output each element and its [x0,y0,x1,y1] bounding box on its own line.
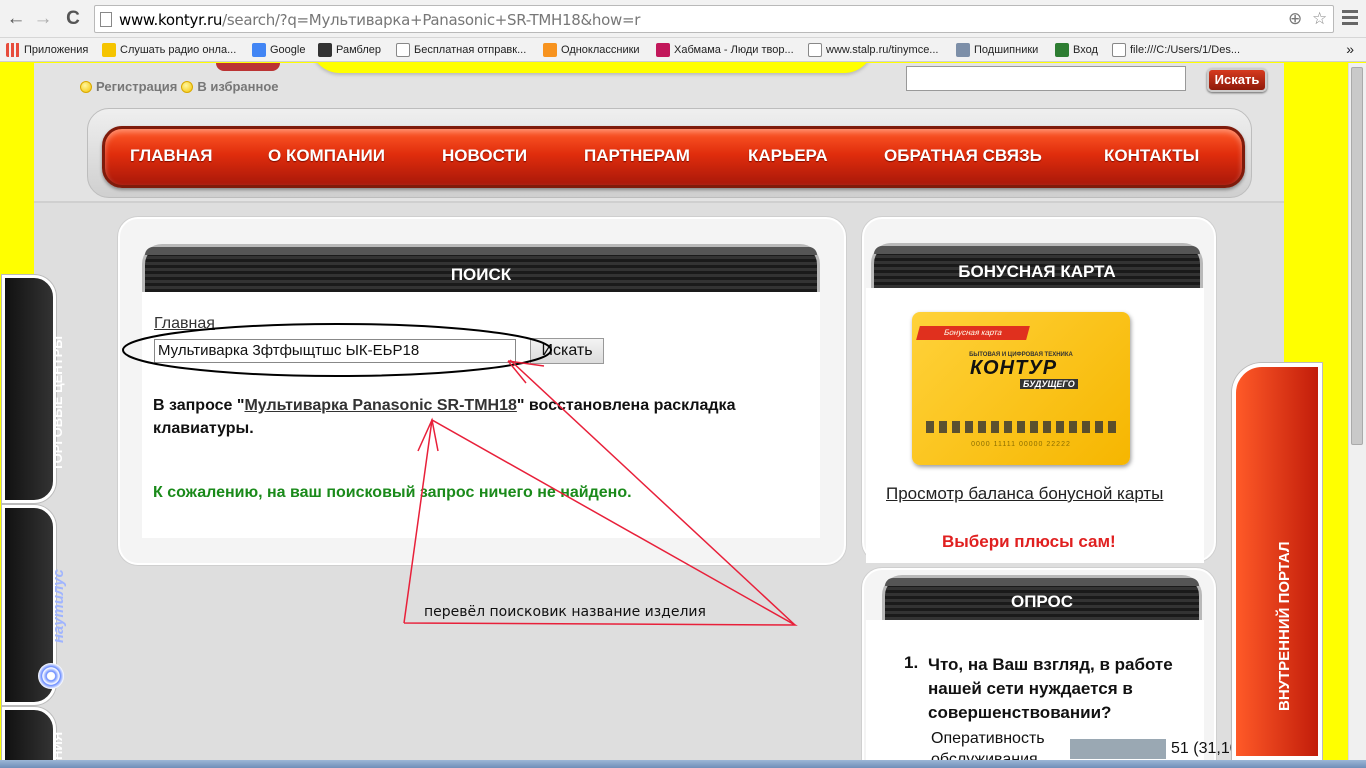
tab-third-label: НИЯ [50,731,65,760]
bookmark-habmama[interactable]: Хабмама - Люди твор... [656,43,794,57]
back-icon[interactable]: ← [5,8,27,30]
poll-result-count: 51 (31,10 [1171,740,1239,757]
no-results-message: К сожалению, на ваш поисковый запрос нич… [153,484,632,501]
layout-restored-message: В запросе "Мультиварка Panasonic SR-TMH1… [153,394,813,440]
header-search-button[interactable]: Искать [1207,68,1267,92]
menu-item-home[interactable]: ГЛАВНАЯ [130,146,212,166]
card-brand-secondary: БУДУЩЕГО [1020,379,1078,389]
google-icon [252,43,266,57]
bookmark-stalp[interactable]: www.stalp.ru/tinymce... [808,43,938,57]
bookmark-apps[interactable]: Приложения [6,43,88,57]
menu-item-feedback[interactable]: ОБРАТНАЯ СВЯЗЬ [884,146,1042,166]
card-ribbon: Бонусная карта [916,326,1030,340]
search-query-input[interactable]: Мультиварка 3фтфыщтшс ЫК-ЕЬР18 [154,339,516,363]
bonus-slogan: Выбери плюсы сам! [942,532,1116,551]
search-submit-button[interactable]: Искать [530,338,604,364]
tab-third[interactable] [2,707,56,760]
menu-item-career[interactable]: КАРЬЕРА [748,146,828,166]
habmama-icon [656,43,670,57]
page-icon [100,12,112,27]
folder-icon [102,43,116,57]
poll-panel-title: ОПРОС [1010,592,1074,611]
menu-item-partners[interactable]: ПАРТНЕРАМ [584,146,690,166]
layout-prefix: В запросе " [153,397,245,414]
tab-shopping-centers-label: ТОРГОВЫЕ ЦЕНТРЫ [50,335,65,471]
bookmarks-more-icon[interactable]: » [1346,41,1354,57]
page-icon [1112,43,1126,57]
card-brand: КОНТУР [970,357,1058,379]
browser-toolbar: ← → C www.kontyr.ru/search/?q=Мультиварк… [0,0,1366,38]
reload-icon[interactable]: C [62,8,84,30]
poll-option-label-continued: обслуживания [931,751,1038,760]
home-icon [318,43,332,57]
browser-menu-icon[interactable] [1342,10,1358,28]
bookmark-radio[interactable]: Слушать радио онла... [102,43,236,57]
url-text: www.kontyr.ru/search/?q=Мультиварка+Pana… [119,11,640,29]
bonus-balance-link[interactable]: Просмотр баланса бонусной карты [886,484,1163,504]
nautilus-logo-icon [38,663,64,689]
odnoklassniki-icon [543,43,557,57]
poll-question: Что, на Ваш взгляд, в работе нашей сети … [928,655,1173,722]
page-icon [808,43,822,57]
address-bar[interactable]: www.kontyr.ru/search/?q=Мультиварка+Pana… [94,5,1334,33]
menu-item-about[interactable]: О КОМПАНИИ [268,146,385,166]
poll-question-number: 1. [904,653,919,672]
header-red-tab [216,63,280,71]
header-yellow-banner [310,63,874,73]
tab-nautilus-label: наутилус [50,569,67,643]
register-link[interactable]: Регистрация [96,79,177,94]
search-panel-header: ПОИСК [142,244,820,292]
bullet-icon [181,80,194,93]
tab-shopping-centers[interactable] [2,275,56,503]
bearings-icon [956,43,970,57]
bookmark-odnoklassniki[interactable]: Одноклассники [543,43,640,57]
poll-option-label[interactable]: Оперативность [931,730,1045,748]
card-number: 0000 11111 00000 22222 [971,441,1071,448]
os-taskbar [0,760,1366,768]
forward-icon[interactable]: → [32,8,54,30]
bullet-icon [80,80,92,93]
page-scrollbar-thumb[interactable] [1351,67,1363,445]
bonus-card-image[interactable]: Бонусная карта БЫТОВАЯ И ЦИФРОВАЯ ТЕХНИК… [912,312,1130,465]
bonus-panel-title: БОНУСНАЯ КАРТА [958,262,1116,281]
bookmark-rambler[interactable]: Рамблер [318,43,381,57]
url-host: www.kontyr.ru [119,11,223,29]
menu-item-contacts[interactable]: КОНТАКТЫ [1104,146,1199,166]
bookmark-free-send[interactable]: Бесплатная отправк... [396,43,526,57]
breadcrumb-home[interactable]: Главная [154,315,215,333]
user-links: Регистрация В избранное [80,79,279,94]
bookmarks-bar: Приложения Слушать радио онла... Google … [0,38,1366,62]
page-icon [396,43,410,57]
favorites-link[interactable]: В избранное [197,79,278,94]
bookmark-login[interactable]: Вход [1055,43,1098,57]
web-page: Регистрация В избранное Искать ГЛАВНАЯ О… [0,63,1366,760]
tab-internal-portal-label: ВНУТРЕННИЙ ПОРТАЛ [1276,541,1293,711]
header-search-input[interactable] [906,66,1186,91]
login-icon [1055,43,1069,57]
bookmark-star-icon[interactable]: ☆ [1312,9,1327,29]
bookmark-file[interactable]: file:///C:/Users/1/Des... [1112,43,1240,57]
url-path: /search/?q=Мультиварка+Panasonic+SR-TMH1… [222,11,641,29]
apps-icon [6,43,20,57]
corrected-query-link[interactable]: Мультиварка Panasonic SR-TMH18 [244,397,516,414]
poll-result-bar [1070,739,1166,759]
poll-panel-header: ОПРОС [882,575,1202,620]
annotation-note: перевёл поисковик название изделия [424,604,706,620]
bonus-panel-header: БОНУСНАЯ КАРТА [871,243,1203,288]
menu-item-news[interactable]: НОВОСТИ [442,146,527,166]
card-appliance-icons [926,421,1116,433]
zoom-icon[interactable]: ⊕ [1288,9,1302,29]
search-panel-title: ПОИСК [450,265,512,284]
bookmark-google[interactable]: Google [252,43,305,57]
bookmark-bearings[interactable]: Подшипники [956,43,1038,57]
